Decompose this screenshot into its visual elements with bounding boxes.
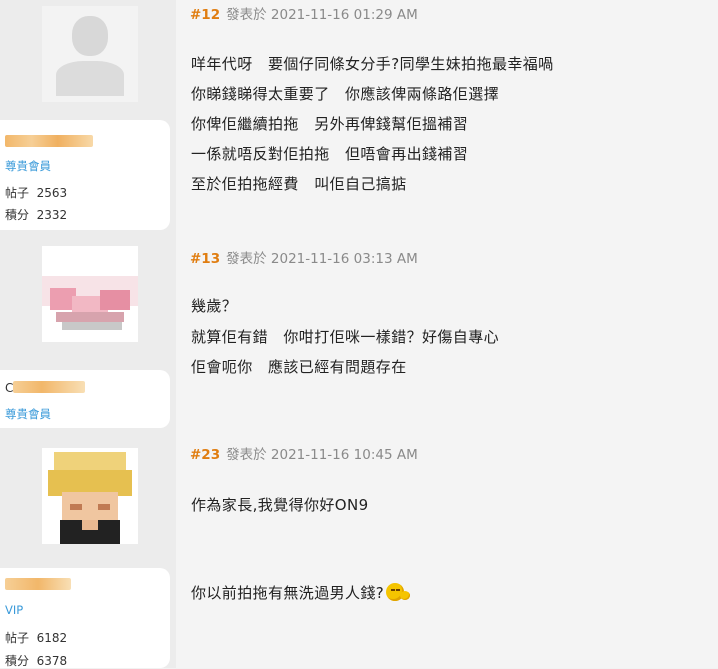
author-panel: 尊貴會員 帖子 2563 積分 2332 — [0, 0, 176, 230]
avatar[interactable] — [42, 448, 138, 544]
post-line: 作為家長,我覺得你好ON9 — [191, 496, 369, 514]
post-content: #12 發表於 2021-11-16 01:29 AM 咩年代呀 要個仔同條女分手… — [176, 0, 718, 230]
post-line: 幾歲？ — [191, 297, 238, 315]
floor-number[interactable]: #12 — [190, 7, 220, 23]
post-line: 就算佢有錯 你咁打佢咪一樣錯？好傷自專心 — [191, 328, 500, 346]
sweat-smile-emoji-icon — [386, 583, 411, 601]
user-post-count: 帖子 6182 — [5, 631, 68, 645]
post-line: 咩年代呀 要個仔同條女分手?同學生妹拍拖最幸福喎 — [191, 55, 554, 73]
post-time: 發表於 2021-11-16 03:13 AM — [226, 251, 418, 267]
floor-number[interactable]: #13 — [190, 251, 220, 267]
post-time: 發表於 2021-11-16 10:45 AM — [226, 447, 418, 463]
post-time: 發表於 2021-11-16 01:29 AM — [226, 7, 418, 23]
post-meta: #23 發表於 2021-11-16 10:45 AM — [190, 443, 418, 463]
post-12: 尊貴會員 帖子 2563 積分 2332 #12 發表於 2021-11-16 0… — [0, 0, 718, 230]
avatar[interactable] — [42, 6, 138, 102]
user-rank: VIP — [5, 603, 24, 617]
user-credits: 積分 6378 — [5, 654, 68, 668]
post-meta: #13 發表於 2021-11-16 03:13 AM — [190, 247, 418, 267]
post-line: 至於佢拍拖經費 叫佢自己搞掂 — [191, 175, 407, 193]
post-line: 你睇錢睇得太重要了 你應該俾兩條路佢選擇 — [191, 85, 500, 103]
username-blurred[interactable] — [5, 578, 71, 590]
post-line: 一係就唔反對佢拍拖 但唔會再出錢補習 — [191, 145, 469, 163]
avatar[interactable] — [42, 246, 138, 342]
user-credits: 積分 2332 — [5, 208, 68, 222]
author-panel: C 尊貴會員 — [0, 230, 176, 428]
post-meta: #12 發表於 2021-11-16 01:29 AM — [190, 3, 418, 23]
username-blurred[interactable] — [5, 135, 93, 147]
post-content: #23 發表於 2021-11-16 10:45 AM 作為家長,我覺得你好ON9… — [176, 428, 718, 668]
username-blurred[interactable] — [13, 381, 85, 393]
author-panel: VIP 帖子 6182 積分 6378 — [0, 428, 176, 668]
floor-number[interactable]: #23 — [190, 447, 220, 463]
user-rank: 尊貴會員 — [5, 159, 51, 173]
user-post-count: 帖子 2563 — [5, 186, 68, 200]
post-23: VIP 帖子 6182 積分 6378 #23 發表於 2021-11-16 10… — [0, 428, 718, 668]
post-line-with-emoji: 你以前拍拖有無洗過男人錢? — [191, 582, 411, 603]
post-content: #13 發表於 2021-11-16 03:13 AM 幾歲？ 就算佢有錯 你咁打… — [176, 230, 718, 428]
post-13: C 尊貴會員 #13 發表於 2021-11-16 03:13 AM 幾歲？ 就算… — [0, 230, 718, 428]
post-line: 佢會呃你 應該已經有問題存在 — [191, 358, 407, 376]
post-line: 你俾佢繼續拍拖 另外再俾錢幫佢搵補習 — [191, 115, 469, 133]
user-rank: 尊貴會員 — [5, 407, 51, 421]
